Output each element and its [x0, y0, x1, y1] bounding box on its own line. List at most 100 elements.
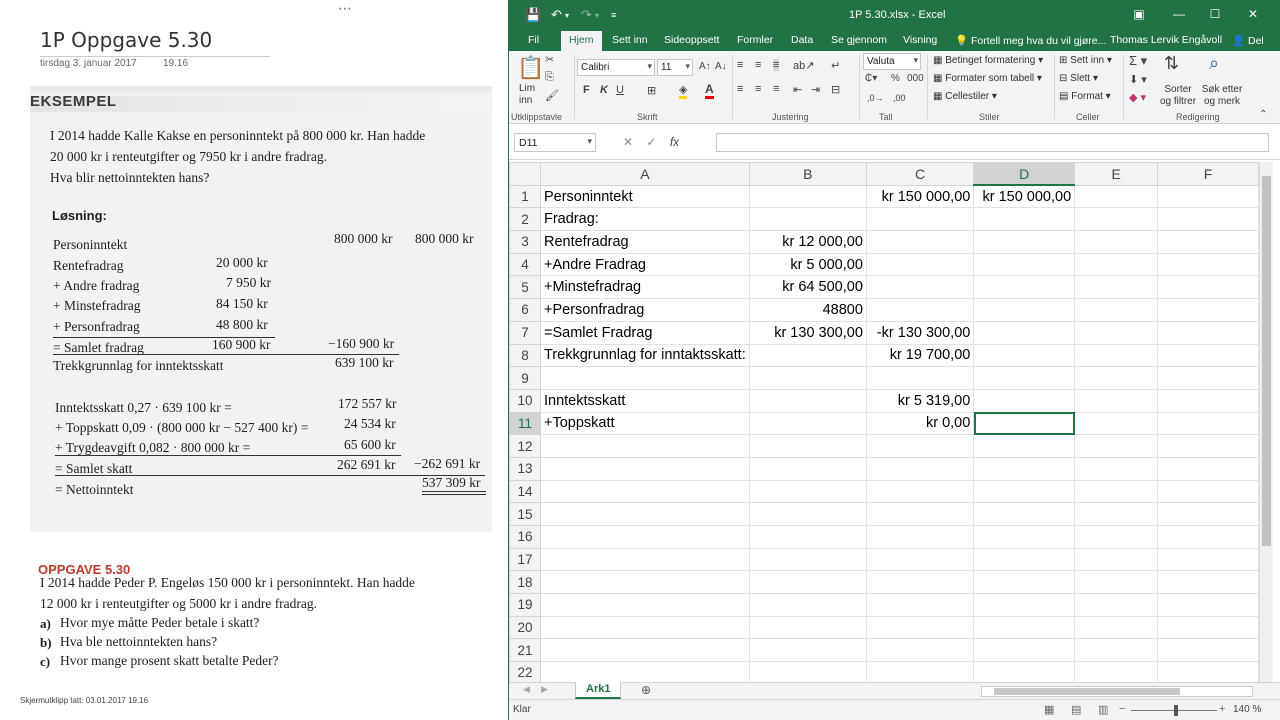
- cell-f5[interactable]: [1157, 275, 1259, 300]
- cell[interactable]: [539, 434, 750, 458]
- number-format-select[interactable]: Valuta: [863, 53, 921, 70]
- cell[interactable]: [973, 570, 1076, 595]
- close-icon[interactable]: ✕: [1243, 7, 1263, 21]
- cell-d6[interactable]: [973, 298, 1076, 322]
- page-handle-dots[interactable]: ⋯: [338, 0, 353, 17]
- cell-d2[interactable]: [973, 207, 1076, 232]
- cell[interactable]: [865, 547, 975, 572]
- align-top-icon[interactable]: ≡: [737, 59, 743, 71]
- cell-b6[interactable]: 48800: [748, 298, 867, 322]
- cell[interactable]: [1157, 593, 1259, 617]
- cell[interactable]: [1074, 661, 1159, 682]
- cell[interactable]: [973, 638, 1076, 663]
- grow-font-icon[interactable]: A↑: [699, 61, 711, 72]
- cell[interactable]: [1074, 638, 1159, 663]
- row-header[interactable]: 20: [509, 615, 541, 640]
- cell-f10[interactable]: [1157, 388, 1259, 413]
- row-header[interactable]: 9: [509, 366, 541, 390]
- row-header[interactable]: 5: [509, 275, 541, 300]
- wrap-text-icon[interactable]: ↵: [831, 59, 840, 72]
- cell-e2[interactable]: [1074, 207, 1159, 232]
- cell-e10[interactable]: [1074, 388, 1159, 413]
- share-button[interactable]: 👤 Del: [1232, 34, 1264, 47]
- tab-formler[interactable]: Formler: [737, 34, 773, 46]
- find-select-icon[interactable]: ⌕: [1209, 53, 1219, 74]
- cell[interactable]: [865, 434, 975, 458]
- merge-center-icon[interactable]: ⊟: [831, 83, 840, 96]
- row-header[interactable]: 14: [509, 479, 541, 504]
- cell[interactable]: [1157, 547, 1259, 572]
- insert-cells-button[interactable]: ⊞ Sett inn ▾: [1059, 55, 1112, 66]
- vertical-scroll-thumb[interactable]: [1262, 176, 1271, 546]
- cell-c7[interactable]: -kr 130 300,00: [865, 320, 975, 345]
- cell[interactable]: [748, 479, 867, 504]
- cell-b7[interactable]: kr 130 300,00: [748, 320, 867, 345]
- row-header[interactable]: 22: [509, 661, 541, 682]
- fill-color-icon[interactable]: ◈: [679, 83, 688, 99]
- row-header[interactable]: 1: [509, 184, 541, 209]
- cancel-entry-icon[interactable]: ✕: [623, 135, 633, 149]
- row-header[interactable]: 4: [509, 252, 541, 277]
- tab-visning[interactable]: Visning: [903, 34, 937, 46]
- cell[interactable]: [1074, 479, 1159, 504]
- cell[interactable]: [973, 547, 1076, 572]
- redo-icon[interactable]: ↷: [581, 7, 592, 23]
- cell-f4[interactable]: [1157, 252, 1259, 277]
- cut-icon[interactable]: ✂: [545, 53, 554, 66]
- cell[interactable]: [539, 593, 750, 617]
- align-left-icon[interactable]: ≡: [737, 83, 743, 95]
- cell[interactable]: [539, 638, 750, 663]
- cell[interactable]: [748, 547, 867, 572]
- row-header[interactable]: 3: [509, 230, 541, 254]
- cell[interactable]: [1074, 570, 1159, 595]
- cell-f1[interactable]: [1157, 184, 1259, 209]
- cell-d3[interactable]: [973, 230, 1076, 254]
- cell-c2[interactable]: [865, 207, 975, 232]
- cell-d11-active[interactable]: [973, 411, 1076, 436]
- row-header[interactable]: 15: [509, 502, 541, 526]
- column-header-c[interactable]: C: [865, 162, 975, 186]
- cell[interactable]: [1157, 615, 1259, 640]
- cell[interactable]: [973, 593, 1076, 617]
- cell-a11[interactable]: +Toppskatt: [539, 411, 750, 436]
- cell-a9[interactable]: [539, 366, 750, 390]
- tab-sideoppsett[interactable]: Sideoppsett: [664, 34, 719, 46]
- cell-c3[interactable]: [865, 230, 975, 254]
- cell[interactable]: [1074, 547, 1159, 572]
- minimize-icon[interactable]: —: [1169, 7, 1189, 21]
- format-cells-button[interactable]: ▤ Format ▾: [1059, 91, 1111, 102]
- cell[interactable]: [865, 661, 975, 682]
- cell[interactable]: [1157, 502, 1259, 526]
- cell[interactable]: [748, 456, 867, 481]
- cell[interactable]: [539, 502, 750, 526]
- cell[interactable]: [865, 456, 975, 481]
- bold-icon[interactable]: F: [583, 84, 590, 96]
- cell[interactable]: [973, 615, 1076, 640]
- delete-cells-button[interactable]: ⊟ Slett ▾: [1059, 73, 1098, 84]
- increase-indent-icon[interactable]: ⇥: [811, 83, 820, 96]
- border-icon[interactable]: ⊞: [647, 84, 656, 97]
- user-name[interactable]: Thomas Lervik Engåvoll: [1110, 34, 1222, 46]
- align-bottom-icon[interactable]: ≡: [773, 59, 780, 71]
- row-header[interactable]: 17: [509, 547, 541, 572]
- page-layout-view-icon[interactable]: ▤: [1071, 703, 1081, 716]
- align-center-icon[interactable]: ≡: [755, 83, 761, 95]
- sheet-nav-next-icon[interactable]: ▶: [541, 684, 548, 695]
- cell-a3[interactable]: Rentefradrag: [539, 230, 750, 254]
- italic-icon[interactable]: K: [600, 84, 608, 96]
- cell[interactable]: [1074, 456, 1159, 481]
- cell-e3[interactable]: [1074, 230, 1159, 254]
- column-header-a[interactable]: A: [539, 162, 750, 186]
- cell[interactable]: [539, 547, 750, 572]
- cell[interactable]: [973, 479, 1076, 504]
- horizontal-scroll-thumb[interactable]: [994, 688, 1180, 695]
- cell-d4[interactable]: [973, 252, 1076, 277]
- row-header[interactable]: 6: [509, 298, 541, 322]
- page-break-view-icon[interactable]: ▥: [1098, 703, 1108, 716]
- cell-c4[interactable]: [865, 252, 975, 277]
- zoom-out-icon[interactable]: −: [1119, 703, 1125, 715]
- cell-c5[interactable]: [865, 275, 975, 300]
- font-size-select[interactable]: 11: [657, 59, 693, 76]
- cell-e4[interactable]: [1074, 252, 1159, 277]
- sort-filter-button[interactable]: Sorter og filtrer: [1158, 84, 1198, 108]
